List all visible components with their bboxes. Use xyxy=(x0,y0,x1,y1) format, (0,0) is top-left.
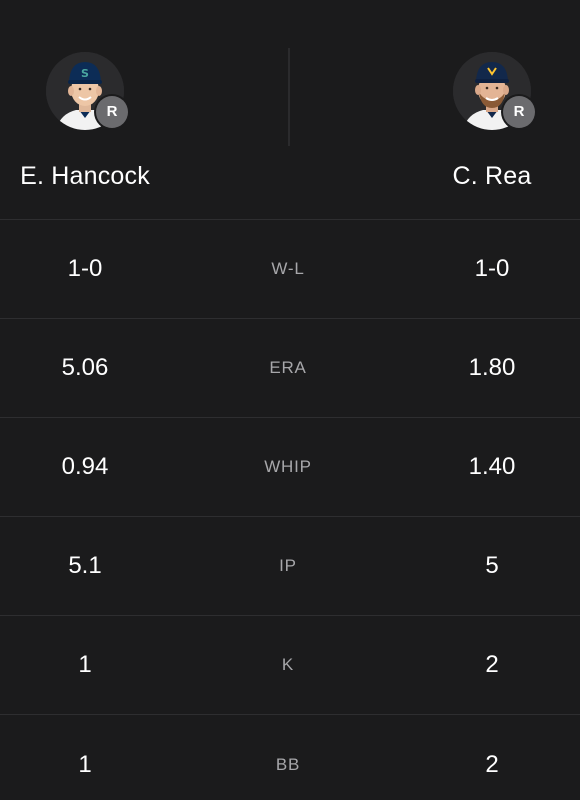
stat-row-k: 1 K 2 xyxy=(0,616,580,715)
stat-label: ERA xyxy=(269,358,307,377)
left-stat-value: 5.06 xyxy=(61,354,109,381)
right-stat-value: 1-0 xyxy=(474,255,510,282)
right-stat-value: 5 xyxy=(485,552,499,579)
right-pitcher[interactable]: R C. Rea xyxy=(407,52,577,191)
left-stat-value: 0.94 xyxy=(61,453,109,480)
right-pitcher-avatar[interactable]: R xyxy=(453,52,535,130)
header-divider xyxy=(288,48,290,146)
left-pitcher-hand-badge: R xyxy=(96,96,128,128)
stat-label: W-L xyxy=(271,259,305,278)
svg-text:S: S xyxy=(81,67,89,80)
matchup-header: S R E. Hancock R C. Rea xyxy=(0,0,580,220)
left-stat-value: 1-0 xyxy=(67,255,103,282)
stat-row-bb: 1 BB 2 xyxy=(0,715,580,800)
left-pitcher[interactable]: S R E. Hancock xyxy=(0,52,170,191)
right-stat-value: 1.80 xyxy=(468,354,516,381)
right-stat-value: 1.40 xyxy=(468,453,516,480)
right-stat-value: 2 xyxy=(485,651,499,678)
left-stat-value: 1 xyxy=(78,750,92,778)
stat-row-ip: 5.1 IP 5 xyxy=(0,517,580,616)
stat-row-whip: 0.94 WHIP 1.40 xyxy=(0,418,580,517)
left-pitcher-name[interactable]: E. Hancock xyxy=(0,162,170,191)
stats-table: 1-0 W-L 1-0 5.06 ERA 1.80 0.94 WHIP 1.40… xyxy=(0,220,580,800)
right-pitcher-hand-badge: R xyxy=(503,96,535,128)
stat-row-w-l: 1-0 W-L 1-0 xyxy=(0,220,580,319)
right-stat-value: 2 xyxy=(485,750,499,778)
right-pitcher-name[interactable]: C. Rea xyxy=(407,162,577,191)
stat-label: WHIP xyxy=(264,457,312,476)
left-stat-value: 1 xyxy=(78,651,92,678)
stat-label: IP xyxy=(279,556,297,575)
left-stat-value: 5.1 xyxy=(68,552,102,579)
stat-label: K xyxy=(281,655,295,674)
pitcher-matchup-panel: S R E. Hancock R C. Rea 1-0 W-L 1-0 5.06… xyxy=(0,0,580,800)
left-pitcher-avatar[interactable]: S R xyxy=(46,52,128,130)
stat-label: BB xyxy=(275,754,301,774)
stat-row-era: 5.06 ERA 1.80 xyxy=(0,319,580,418)
